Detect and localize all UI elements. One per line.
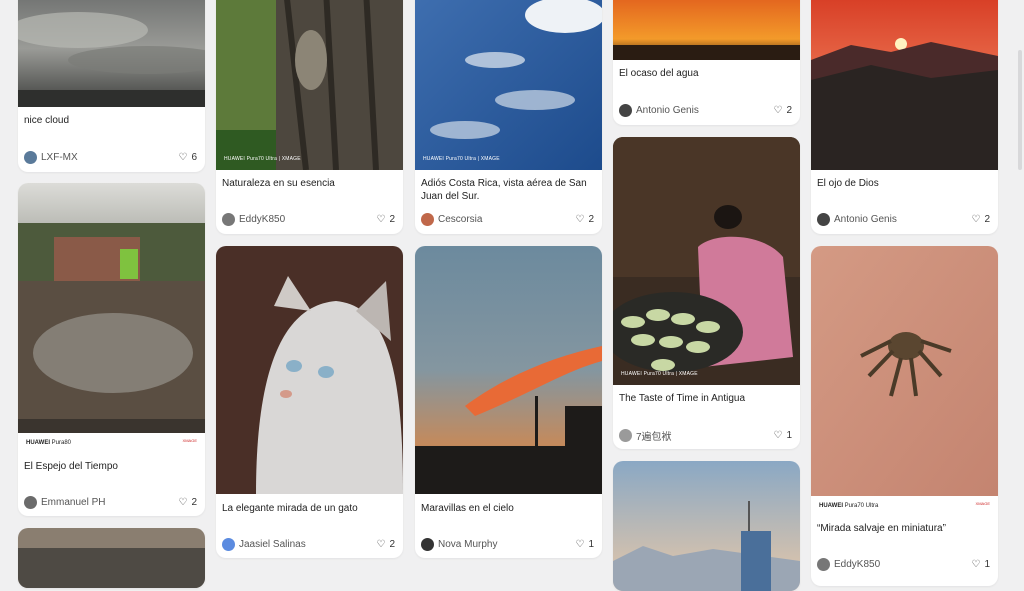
like-count: 1 <box>984 558 990 570</box>
like-count: 2 <box>984 213 990 225</box>
author-name[interactable]: Cescorsia <box>438 214 575 225</box>
card-title[interactable]: “Mirada salvaje en miniatura” <box>817 522 990 535</box>
author-name[interactable]: LXF-MX <box>41 152 178 163</box>
avatar[interactable] <box>24 150 37 164</box>
like-count: 2 <box>588 213 594 225</box>
camera-watermark-strip: HUAWEI Pura80 XMAGE <box>18 433 205 455</box>
card-meta: EddyK850 ♡ 1 <box>817 557 990 571</box>
photo-card[interactable]: La elegante mirada de un gato Jaasiel Sa… <box>216 246 403 558</box>
heart-icon[interactable]: ♡ <box>575 539 584 550</box>
camera-watermark-strip: HUAWEI Pura70 Ultra XMAGE <box>811 496 998 518</box>
heart-icon[interactable]: ♡ <box>178 152 187 163</box>
author-name[interactable]: EddyK850 <box>239 214 376 225</box>
photo-dusk[interactable] <box>18 528 205 588</box>
like-count: 2 <box>389 213 395 225</box>
photo-card[interactable]: El ocaso del agua Antonio Genis ♡ 2 <box>613 0 800 125</box>
author-name[interactable]: EddyK850 <box>834 559 971 570</box>
photo-card[interactable]: HUAWEI Pura70 Ultra | XMAGE Naturaleza e… <box>216 0 403 234</box>
card-title[interactable]: The Taste of Time in Antigua <box>619 392 792 405</box>
card-title[interactable]: nice cloud <box>24 114 197 127</box>
author-name[interactable]: Emmanuel PH <box>41 497 178 508</box>
card-title[interactable]: El ocaso del agua <box>619 67 792 80</box>
author-name[interactable]: Antonio Genis <box>636 105 773 116</box>
like-count: 1 <box>786 429 792 441</box>
avatar[interactable] <box>222 212 235 226</box>
avatar[interactable] <box>817 212 830 226</box>
photo-mountain-sunset[interactable] <box>811 0 998 170</box>
like-count: 2 <box>191 496 197 508</box>
camera-brand: HUAWEI Pura80 <box>26 440 72 446</box>
photo-village[interactable] <box>18 183 205 433</box>
card-title[interactable]: Naturaleza en su esencia <box>222 177 395 190</box>
photo-card[interactable] <box>18 528 205 588</box>
card-title[interactable]: El ojo de Dios <box>817 177 990 190</box>
photo-spider-macro[interactable] <box>811 246 998 496</box>
xmage-label: XMAGE <box>182 438 197 443</box>
heart-icon[interactable]: ♡ <box>376 539 385 550</box>
xmage-label: XMAGE <box>975 501 990 506</box>
card-meta: Emmanuel PH ♡ 2 <box>24 495 197 509</box>
author-name[interactable]: Nova Murphy <box>438 539 575 550</box>
card-meta: 7遍包袱 ♡ 1 <box>619 428 792 443</box>
card-title[interactable]: El Espejo del Tiempo <box>24 460 197 473</box>
like-count: 2 <box>786 104 792 116</box>
card-title[interactable]: La elegante mirada de un gato <box>222 502 395 515</box>
avatar[interactable] <box>619 428 632 442</box>
author-name[interactable]: 7遍包袱 <box>636 428 773 443</box>
avatar[interactable] <box>24 495 37 509</box>
photo-card[interactable]: HUAWEI Pura70 Ultra XMAGE “Mirada salvaj… <box>811 246 998 586</box>
avatar[interactable] <box>817 557 830 571</box>
author-name[interactable]: Jaasiel Salinas <box>239 539 376 550</box>
photo-card[interactable]: nice cloud LXF-MX ♡ 6 <box>18 0 205 172</box>
photo-card[interactable] <box>613 461 800 591</box>
photo-card[interactable]: HUAWEI Pura70 Ultra | XMAGE Adiós Costa … <box>415 0 602 234</box>
photo-cloud[interactable] <box>18 0 205 107</box>
card-meta: Nova Murphy ♡ 1 <box>421 537 594 551</box>
card-meta: Jaasiel Salinas ♡ 2 <box>222 537 395 551</box>
photo-sky-sunset[interactable] <box>415 246 602 494</box>
card-meta: EddyK850 ♡ 2 <box>222 212 395 226</box>
heart-icon[interactable]: ♡ <box>971 559 980 570</box>
card-title[interactable]: Adiós Costa Rica, vista aérea de San Jua… <box>421 177 594 203</box>
card-meta: Antonio Genis ♡ 2 <box>619 103 792 117</box>
like-count: 6 <box>191 151 197 163</box>
heart-icon[interactable]: ♡ <box>376 214 385 225</box>
photo-tortillas[interactable] <box>613 137 800 385</box>
heart-icon[interactable]: ♡ <box>773 430 782 441</box>
photo-card[interactable]: El ojo de Dios Antonio Genis ♡ 2 <box>811 0 998 234</box>
author-name[interactable]: Antonio Genis <box>834 214 971 225</box>
heart-icon[interactable]: ♡ <box>575 214 584 225</box>
photo-card[interactable]: Maravillas en el cielo Nova Murphy ♡ 1 <box>415 246 602 558</box>
scrollbar-thumb[interactable] <box>1018 50 1022 170</box>
photo-city-dusk[interactable] <box>613 461 800 591</box>
avatar[interactable] <box>421 537 434 551</box>
like-count: 2 <box>389 538 395 550</box>
heart-icon[interactable]: ♡ <box>971 214 980 225</box>
avatar[interactable] <box>421 212 434 226</box>
card-meta: Cescorsia ♡ 2 <box>421 212 594 226</box>
avatar[interactable] <box>619 103 632 117</box>
camera-brand: HUAWEI Pura70 Ultra <box>819 503 879 509</box>
photo-card[interactable]: HUAWEI Pura70 Ultra | XMAGE The Taste of… <box>613 137 800 449</box>
heart-icon[interactable]: ♡ <box>178 497 187 508</box>
photo-squirrel-tree[interactable] <box>216 0 403 170</box>
photo-card[interactable]: HUAWEI Pura80 XMAGE El Espejo del Tiempo… <box>18 183 205 516</box>
photo-cat[interactable] <box>216 246 403 494</box>
avatar[interactable] <box>222 537 235 551</box>
heart-icon[interactable]: ♡ <box>773 105 782 116</box>
card-meta: Antonio Genis ♡ 2 <box>817 212 990 226</box>
like-count: 1 <box>588 538 594 550</box>
photo-water-sunset[interactable] <box>613 0 800 60</box>
photo-aerial-view[interactable] <box>415 0 602 170</box>
card-meta: LXF-MX ♡ 6 <box>24 150 197 164</box>
card-title[interactable]: Maravillas en el cielo <box>421 502 594 515</box>
